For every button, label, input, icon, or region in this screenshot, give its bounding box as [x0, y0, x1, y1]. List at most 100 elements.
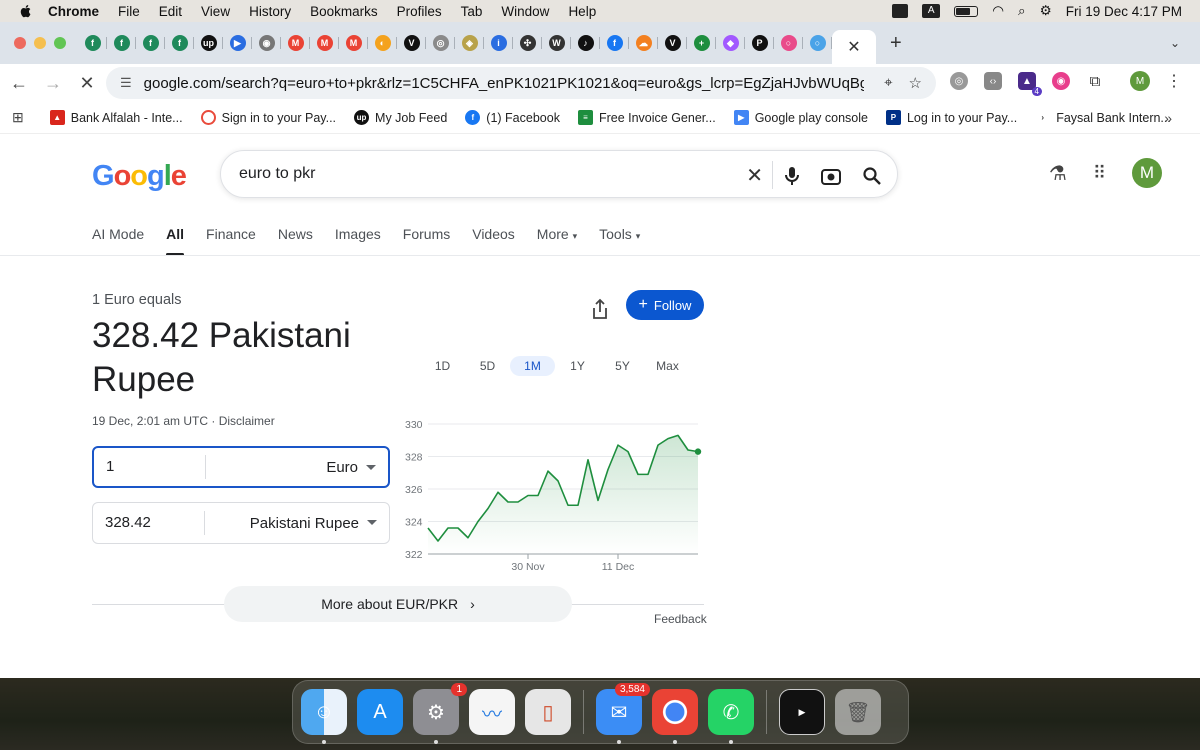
input-source-icon[interactable]: A [922, 4, 941, 18]
tab-tools[interactable]: Tools ▾ [599, 226, 640, 256]
menu-history[interactable]: History [249, 4, 291, 19]
browser-tab[interactable]: V [658, 28, 687, 58]
browser-tab[interactable]: f [107, 28, 136, 58]
browser-tab[interactable]: ○ [774, 28, 803, 58]
app-store-icon[interactable]: A [357, 689, 403, 735]
site-info-icon[interactable]: ☰ [120, 75, 132, 91]
drive-icon[interactable] [892, 4, 909, 18]
range-max-button[interactable]: Max [645, 356, 690, 376]
apple-icon[interactable] [18, 3, 34, 19]
tapnow-app-icon[interactable]: ▶ [779, 689, 825, 735]
tab-images[interactable]: Images [335, 226, 381, 256]
share-icon[interactable] [590, 298, 610, 320]
google-doodle-logo[interactable]: Google [92, 160, 187, 193]
browser-tab[interactable]: M [339, 28, 368, 58]
back-button[interactable]: ← [4, 73, 34, 94]
from-currency-select[interactable]: Euro [206, 459, 388, 476]
browser-tab[interactable]: V [397, 28, 426, 58]
follow-button[interactable]: + Follow [626, 290, 704, 320]
translate-extension-icon[interactable]: ◎ [950, 72, 968, 90]
whatsapp-app-icon[interactable]: ✆ [708, 689, 754, 744]
browser-tab[interactable]: ♪ [571, 28, 600, 58]
browser-tab[interactable]: ◎ [426, 28, 455, 58]
more-about-button[interactable]: More about EUR/PKR › [224, 586, 572, 622]
dropdown-caret-icon[interactable] [366, 465, 376, 470]
new-tab-button[interactable]: + [890, 32, 902, 55]
google-apps-icon[interactable]: ⠿ [1093, 163, 1106, 184]
range-5d-button[interactable]: 5D [465, 356, 510, 376]
browser-tab[interactable]: f [136, 28, 165, 58]
stop-loading-button[interactable]: ✕ [72, 73, 102, 94]
wifi-icon[interactable]: ◠ [992, 3, 1004, 19]
tab-news[interactable]: News [278, 226, 313, 256]
browser-tab[interactable]: W [542, 28, 571, 58]
tab-forums[interactable]: Forums [403, 226, 450, 256]
browser-tab[interactable]: ✣ [513, 28, 542, 58]
bookmark-invoice[interactable]: ≡ Free Invoice Gener... [577, 110, 716, 125]
menu-file[interactable]: File [118, 4, 140, 19]
control-center-icon[interactable]: ⚙ [1040, 3, 1052, 19]
hat-extension-icon[interactable]: ▲ 4 [1018, 72, 1042, 96]
spotlight-icon[interactable]: ⌕ [1018, 3, 1026, 19]
browser-tab[interactable]: ◈ [455, 28, 484, 58]
minimize-window-button[interactable] [34, 37, 46, 49]
to-currency-field[interactable]: 328.42 Pakistani Rupee [92, 502, 390, 544]
microphone-icon[interactable] [785, 166, 799, 186]
bookmark-play-console[interactable]: ▶ Google play console [733, 110, 868, 125]
apps-grid-icon[interactable]: ⊞ [12, 109, 24, 126]
system-settings-icon[interactable]: ⚙ 1 [413, 683, 467, 744]
labs-flask-icon[interactable]: ⚗ [1049, 161, 1067, 186]
url-text[interactable]: google.com/search?q=euro+to+pkr&rlz=1C5C… [144, 75, 864, 92]
from-amount-input[interactable]: 1 [94, 455, 206, 479]
search-query-input[interactable]: euro to pkr [239, 165, 739, 183]
lens-camera-icon[interactable] [821, 167, 841, 185]
location-icon[interactable]: ⌖ [884, 74, 892, 92]
range-1d-button[interactable]: 1D [420, 356, 465, 376]
range-1y-button[interactable]: 1Y [555, 356, 600, 376]
browser-tab[interactable]: ○ [803, 28, 832, 58]
tab-all[interactable]: All [166, 226, 184, 256]
finder-app-icon[interactable]: ☺ [301, 689, 347, 744]
to-amount-input[interactable]: 328.42 [93, 511, 205, 535]
trash-icon[interactable]: 🗑 [835, 689, 881, 735]
browser-tab[interactable]: i [484, 28, 513, 58]
menu-window[interactable]: Window [501, 4, 549, 19]
browser-tab[interactable]: + [687, 28, 716, 58]
bookmark-faysal[interactable]: › Faysal Bank Intern... [1035, 110, 1171, 125]
google-profile-avatar[interactable]: M [1132, 158, 1162, 188]
browser-tab[interactable]: ◆ [716, 28, 745, 58]
forward-button[interactable]: → [38, 73, 68, 94]
tab-more[interactable]: More ▾ [537, 226, 577, 256]
tab-ai-mode[interactable]: AI Mode [92, 226, 144, 256]
clock[interactable]: Fri 19 Dec 4:17 PM [1066, 4, 1182, 19]
browser-tab[interactable]: M [281, 28, 310, 58]
browser-tab[interactable]: P [745, 28, 774, 58]
chrome-app-icon[interactable] [652, 689, 698, 744]
close-tab-icon[interactable]: ✕ [847, 37, 860, 57]
chrome-menu-icon[interactable]: ⋮ [1166, 71, 1182, 91]
range-1m-button[interactable]: 1M [510, 356, 555, 376]
menu-help[interactable]: Help [568, 4, 596, 19]
menu-edit[interactable]: Edit [159, 4, 182, 19]
browser-tab[interactable]: ◉ [252, 28, 281, 58]
search-box[interactable]: euro to pkr ✕ [220, 150, 898, 198]
iphone-mirroring-icon[interactable]: ▯ [525, 689, 571, 735]
profile-avatar[interactable]: M [1130, 71, 1150, 91]
tab-finance[interactable]: Finance [206, 226, 256, 256]
zoom-window-button[interactable] [54, 37, 66, 49]
menu-tab[interactable]: Tab [461, 4, 483, 19]
freeform-app-icon[interactable]: 〰 [469, 689, 515, 735]
close-window-button[interactable] [14, 37, 26, 49]
browser-tab[interactable]: ▶ [223, 28, 252, 58]
active-tab[interactable]: ✕ [832, 30, 876, 64]
tab-videos[interactable]: Videos [472, 226, 515, 256]
bookmark-paypal[interactable]: P Log in to your Pay... [885, 110, 1017, 125]
bookmark-job-feed[interactable]: up My Job Feed [354, 110, 447, 125]
to-currency-select[interactable]: Pakistani Rupee [205, 515, 389, 532]
address-bar[interactable]: ☰ google.com/search?q=euro+to+pkr&rlz=1C… [106, 67, 936, 99]
feedback-link[interactable]: Feedback [654, 612, 707, 626]
battery-icon[interactable] [954, 5, 979, 17]
browser-tab[interactable]: f [78, 28, 107, 58]
clear-search-icon[interactable]: ✕ [746, 163, 763, 188]
search-icon[interactable] [863, 166, 881, 185]
